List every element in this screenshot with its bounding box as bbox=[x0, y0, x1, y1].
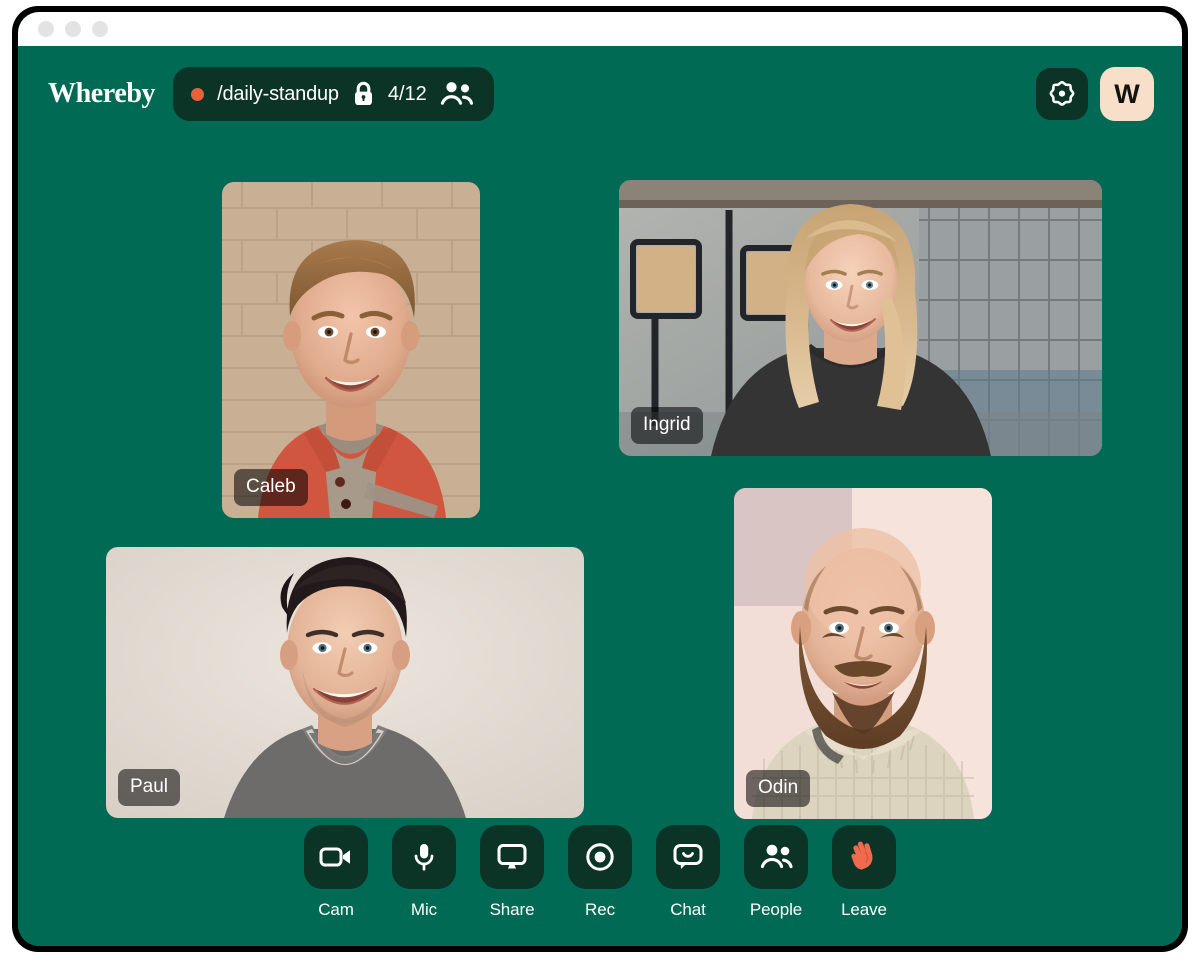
window-maximize-button[interactable] bbox=[92, 21, 108, 37]
window-inner: Whereby /daily-standup 4/12 W Caleb Ingr… bbox=[18, 12, 1182, 946]
whereby-logo: Whereby bbox=[48, 78, 156, 109]
participant-name-caleb: Caleb bbox=[234, 469, 308, 506]
toolbar-button-leave[interactable]: Leave bbox=[832, 825, 896, 920]
app-header: Whereby /daily-standup 4/12 W bbox=[18, 46, 1182, 142]
room-info-pill[interactable]: /daily-standup 4/12 bbox=[173, 67, 494, 121]
participant-name-paul: Paul bbox=[118, 769, 181, 806]
window-close-button[interactable] bbox=[38, 21, 54, 37]
toolbar-label-cam: Cam bbox=[318, 900, 354, 919]
video-grid: Caleb Ingrid Paul Odin bbox=[18, 142, 1182, 842]
video-tile-caleb[interactable]: Caleb bbox=[222, 182, 480, 518]
chat-bubble-icon bbox=[656, 825, 720, 889]
screen-share-icon bbox=[480, 825, 544, 889]
toolbar-label-chat: Chat bbox=[670, 900, 706, 919]
window-titlebar bbox=[18, 12, 1182, 46]
participant-name-odin: Odin bbox=[746, 770, 811, 807]
call-toolbar: Cam Mic Share Rec Chat People Leave bbox=[18, 825, 1182, 920]
window-minimize-button[interactable] bbox=[65, 21, 81, 37]
microphone-icon bbox=[392, 825, 456, 889]
toolbar-button-people[interactable]: People bbox=[744, 825, 808, 920]
people-icon bbox=[744, 825, 808, 889]
toolbar-button-cam[interactable]: Cam bbox=[304, 825, 368, 920]
lock-icon bbox=[352, 81, 375, 107]
video-tile-ingrid[interactable]: Ingrid bbox=[619, 180, 1102, 456]
browser-window: Whereby /daily-standup 4/12 W Caleb Ingr… bbox=[12, 6, 1188, 952]
settings-button[interactable] bbox=[1036, 68, 1088, 120]
people-icon bbox=[440, 81, 474, 107]
toolbar-button-share[interactable]: Share bbox=[480, 825, 544, 920]
video-tile-odin[interactable]: Odin bbox=[734, 488, 992, 819]
user-avatar[interactable]: W bbox=[1100, 67, 1154, 121]
video-stream-caleb bbox=[222, 182, 480, 518]
toolbar-label-people: People bbox=[749, 900, 803, 919]
toolbar-label-share: Share bbox=[489, 900, 535, 919]
participant-name-ingrid: Ingrid bbox=[631, 407, 703, 444]
toolbar-button-chat[interactable]: Chat bbox=[656, 825, 720, 920]
waving-hand-icon bbox=[832, 825, 896, 889]
whereby-app: Whereby /daily-standup 4/12 W Caleb Ingr… bbox=[18, 46, 1182, 946]
video-camera-icon bbox=[304, 825, 368, 889]
recording-dot-icon bbox=[191, 87, 205, 101]
toolbar-label-mic: Mic bbox=[410, 900, 438, 919]
gear-icon bbox=[1048, 80, 1076, 108]
record-icon bbox=[568, 825, 632, 889]
toolbar-button-mic[interactable]: Mic bbox=[392, 825, 456, 920]
toolbar-label-rec: Rec bbox=[585, 900, 615, 919]
room-name-label: /daily-standup bbox=[217, 82, 339, 105]
header-actions: W bbox=[1036, 67, 1154, 121]
video-tile-paul[interactable]: Paul bbox=[106, 547, 584, 818]
toolbar-button-rec[interactable]: Rec bbox=[568, 825, 632, 920]
toolbar-label-leave: Leave bbox=[841, 900, 887, 919]
participant-count-label: 4/12 bbox=[387, 82, 427, 105]
